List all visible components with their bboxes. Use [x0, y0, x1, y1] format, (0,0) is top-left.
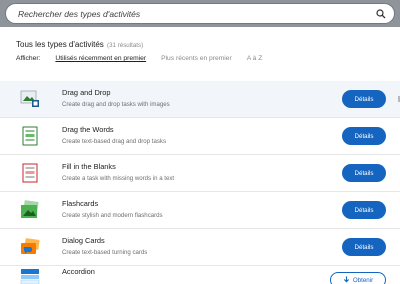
- item-title: Dialog Cards: [62, 236, 105, 245]
- get-button-label: Obtenir: [352, 276, 374, 284]
- details-button[interactable]: Détails: [342, 90, 386, 108]
- details-button[interactable]: Détails: [342, 127, 386, 145]
- item-description: Create text-based drag and drop tasks: [62, 138, 166, 145]
- details-button[interactable]: Détails: [342, 164, 386, 182]
- sort-option-newest[interactable]: Plus récents en premier: [161, 55, 232, 62]
- fill-in-the-blanks-icon: [20, 163, 40, 183]
- list-item-drag-the-words[interactable]: Drag the Words Create text-based drag an…: [0, 118, 400, 155]
- search-input[interactable]: [18, 8, 376, 19]
- list-item-accordion[interactable]: Accordion Obtenir: [0, 266, 400, 284]
- details-button[interactable]: Détails: [342, 238, 386, 256]
- sort-option-recently-used[interactable]: Utilisés récemment en premier: [55, 55, 146, 62]
- search-bar: [0, 0, 400, 27]
- dialog-cards-icon: [20, 237, 40, 257]
- sort-bar: Afficher: Utilisés récemment en premier …: [16, 55, 262, 62]
- item-description: Create a task with missing words in a te…: [62, 175, 175, 182]
- accordion-icon: [20, 267, 40, 284]
- page-title: Tous les types d'activités: [16, 40, 104, 49]
- item-title: Accordion: [62, 267, 95, 276]
- item-description: Create drag and drop tasks with images: [62, 101, 170, 108]
- drag-and-drop-icon: [20, 89, 40, 109]
- list-item-drag-and-drop[interactable]: Drag and Drop Create drag and drop tasks…: [0, 81, 400, 118]
- item-description: Create text-based turning cards: [62, 249, 148, 256]
- list-item-flashcards[interactable]: Flashcards Create stylish and modern fla…: [0, 192, 400, 229]
- sort-option-a-z[interactable]: A à Z: [247, 55, 263, 62]
- item-title: Flashcards: [62, 199, 99, 208]
- get-button[interactable]: Obtenir: [330, 272, 386, 284]
- search-icon[interactable]: [376, 8, 386, 19]
- results-heading: Tous les types d'activités (31 résultats…: [16, 40, 143, 49]
- results-count: (31 résultats): [107, 42, 144, 49]
- flashcards-icon: [20, 200, 40, 220]
- download-icon: [343, 275, 350, 284]
- item-description: Create stylish and modern flashcards: [62, 212, 163, 219]
- list-item-dialog-cards[interactable]: Dialog Cards Create text-based turning c…: [0, 229, 400, 266]
- activity-list: Drag and Drop Create drag and drop tasks…: [0, 81, 400, 284]
- drag-the-words-icon: [20, 126, 40, 146]
- sort-label: Afficher:: [16, 55, 41, 62]
- item-title: Drag the Words: [62, 125, 114, 134]
- search-box[interactable]: [5, 3, 395, 24]
- item-title: Fill in the Blanks: [62, 162, 116, 171]
- list-item-fill-in-the-blanks[interactable]: Fill in the Blanks Create a task with mi…: [0, 155, 400, 192]
- item-title: Drag and Drop: [62, 88, 111, 97]
- details-button[interactable]: Détails: [342, 201, 386, 219]
